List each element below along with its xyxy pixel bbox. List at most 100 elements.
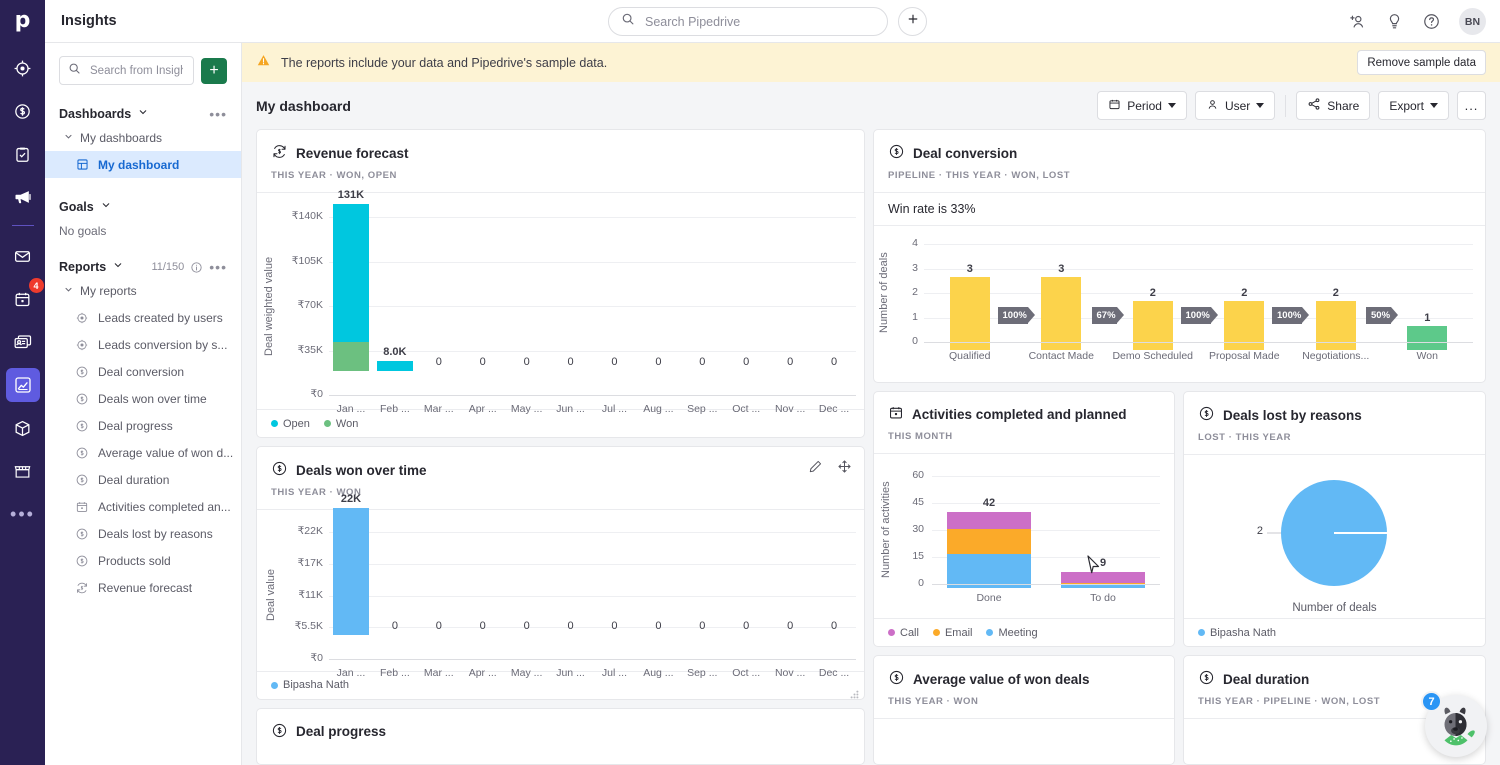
search-icon: [621, 12, 635, 31]
reports-more-icon[interactable]: •••: [209, 260, 227, 274]
quick-add-button[interactable]: [898, 7, 927, 36]
legend-label: Email: [944, 626, 973, 639]
rail-item-mail[interactable]: [6, 239, 40, 273]
edit-icon[interactable]: [808, 459, 823, 474]
bar[interactable]: [1041, 276, 1082, 350]
sidebar-item-report[interactable]: Activities completed an...: [45, 493, 241, 520]
bar-value-label: 2: [1241, 287, 1248, 299]
chart-deals-lost[interactable]: 2 Number of deals: [1184, 455, 1485, 618]
chevron-down-icon: [1167, 103, 1176, 108]
bar-segment[interactable]: [1061, 571, 1145, 583]
y-axis-label: Number of deals: [878, 252, 890, 334]
card-title-row: Deal progress: [271, 722, 850, 742]
chevron-down-icon[interactable]: [100, 198, 112, 216]
export-button[interactable]: Export: [1378, 91, 1449, 120]
add-person-icon[interactable]: [1348, 12, 1367, 31]
goals-header[interactable]: Goals: [45, 196, 241, 218]
rail-item-insights[interactable]: [5, 368, 40, 402]
bar-segment[interactable]: [376, 360, 413, 371]
insights-search-input[interactable]: [88, 63, 185, 78]
chart-average-value[interactable]: [874, 719, 1174, 764]
bar-segment[interactable]: [332, 204, 369, 342]
calendar-icon: [888, 405, 904, 424]
share-button[interactable]: Share: [1296, 91, 1371, 120]
y-tick: ₹22K: [297, 525, 323, 537]
sidebar-item-report[interactable]: Deal duration: [45, 466, 241, 493]
legend-item[interactable]: Bipasha Nath: [271, 679, 349, 691]
legend-item[interactable]: Call: [888, 627, 919, 639]
rail-item-campaigns[interactable]: [6, 180, 40, 214]
rail-item-contacts[interactable]: [6, 325, 40, 359]
sidebar-item-my-dashboard[interactable]: My dashboard: [45, 151, 241, 178]
bar-segment[interactable]: [947, 553, 1031, 588]
reports-header[interactable]: Reports 11/150 •••: [45, 256, 241, 278]
sidebar-item-report[interactable]: Deals lost by reasons: [45, 520, 241, 547]
move-icon[interactable]: [837, 459, 852, 474]
rail-item-products[interactable]: [6, 411, 40, 445]
sidebar-item-report[interactable]: Leads conversion by s...: [45, 331, 241, 358]
bar-segment[interactable]: [332, 341, 369, 371]
bar-segment[interactable]: [947, 512, 1031, 529]
sidebar-item-report[interactable]: Deals won over time: [45, 385, 241, 412]
help-icon[interactable]: [1422, 12, 1441, 31]
dollar-circle-icon: [75, 473, 89, 487]
gridline: [329, 306, 856, 307]
sidebar-item-label: My dashboard: [98, 157, 180, 172]
chevron-down-icon: [63, 284, 74, 298]
bar[interactable]: [332, 507, 369, 635]
avatar[interactable]: BN: [1459, 8, 1486, 35]
user-filter-button[interactable]: User: [1194, 91, 1276, 120]
chevron-down-icon[interactable]: [137, 105, 149, 123]
assistant-mascot-button[interactable]: 7: [1421, 691, 1487, 757]
legend-item[interactable]: Meeting: [986, 627, 1038, 639]
info-icon[interactable]: [190, 261, 203, 274]
rail-item-calendar[interactable]: 4: [6, 278, 44, 316]
bar[interactable]: [1407, 325, 1448, 350]
dashboards-header[interactable]: Dashboards •••: [45, 103, 241, 125]
rail-item-leads[interactable]: [6, 51, 40, 85]
dollar-circle-icon: [75, 419, 89, 433]
dashboards-more-icon[interactable]: •••: [209, 107, 227, 121]
rail-item-deals[interactable]: [6, 94, 40, 128]
bar-value-label: 42: [982, 497, 996, 510]
ellipsis-icon: •••: [10, 504, 35, 524]
chart-deals-won-over-time[interactable]: Deal value ₹0 ₹5.5K ₹11K ₹17K ₹22K 22K Jan ... 0…: [257, 493, 864, 679]
conversion-badge: 100%: [1180, 306, 1218, 324]
target-icon: [13, 59, 32, 78]
search-input[interactable]: [643, 13, 875, 30]
conversion-badge: 67%: [1091, 306, 1124, 324]
sidebar-search-box[interactable]: [59, 56, 194, 85]
global-search-box[interactable]: [608, 7, 888, 36]
chart-activities[interactable]: Number of activities 0 15 30 45 60 42 Done 9 To d…: [874, 454, 1174, 618]
rail-item-activities[interactable]: [6, 137, 40, 171]
legend-item[interactable]: Won: [323, 418, 358, 430]
sidebar-group-my-reports[interactable]: My reports: [45, 278, 241, 304]
sidebar-item-report[interactable]: Revenue forecast: [45, 574, 241, 601]
period-filter-button[interactable]: Period: [1097, 91, 1187, 120]
sidebar-item-report[interactable]: Products sold: [45, 547, 241, 574]
legend-item[interactable]: Open: [271, 418, 310, 430]
chevron-down-icon[interactable]: [112, 258, 124, 276]
bar[interactable]: [949, 276, 990, 350]
chart-revenue-forecast[interactable]: Deal weighted value ₹0 ₹35K ₹70K ₹105K ₹140K 1…: [257, 189, 864, 415]
add-report-button[interactable]: +: [201, 57, 227, 84]
sidebar-item-report[interactable]: Leads created by users: [45, 304, 241, 331]
pipedrive-logo[interactable]: p: [0, 0, 45, 42]
store-icon: [13, 462, 32, 481]
sidebar-group-my-dashboards[interactable]: My dashboards: [45, 125, 241, 151]
rail-item-marketplace[interactable]: [6, 454, 40, 488]
rail-item-more[interactable]: •••: [6, 497, 40, 531]
card-deals-lost: Deals lost by reasons LOST · THIS YEAR 2…: [1183, 391, 1486, 647]
more-options-button[interactable]: ...: [1457, 91, 1486, 120]
sidebar-item-report[interactable]: Deal progress: [45, 412, 241, 439]
legend-item[interactable]: Email: [932, 626, 973, 639]
y-tick: ₹0: [310, 652, 323, 664]
card-resize-handle[interactable]: [850, 686, 859, 699]
chart-deal-conversion[interactable]: Number of deals 0 1 2 3 4 3 Qualified 3 Contact M…: [874, 226, 1485, 382]
remove-sample-data-button[interactable]: Remove sample data: [1357, 50, 1486, 75]
bar-segment[interactable]: [947, 528, 1031, 554]
lightbulb-icon[interactable]: [1385, 12, 1404, 31]
sidebar-item-report[interactable]: Average value of won d...: [45, 439, 241, 466]
sidebar-item-report[interactable]: Deal conversion: [45, 358, 241, 385]
card-title: Average value of won deals: [913, 671, 1090, 687]
